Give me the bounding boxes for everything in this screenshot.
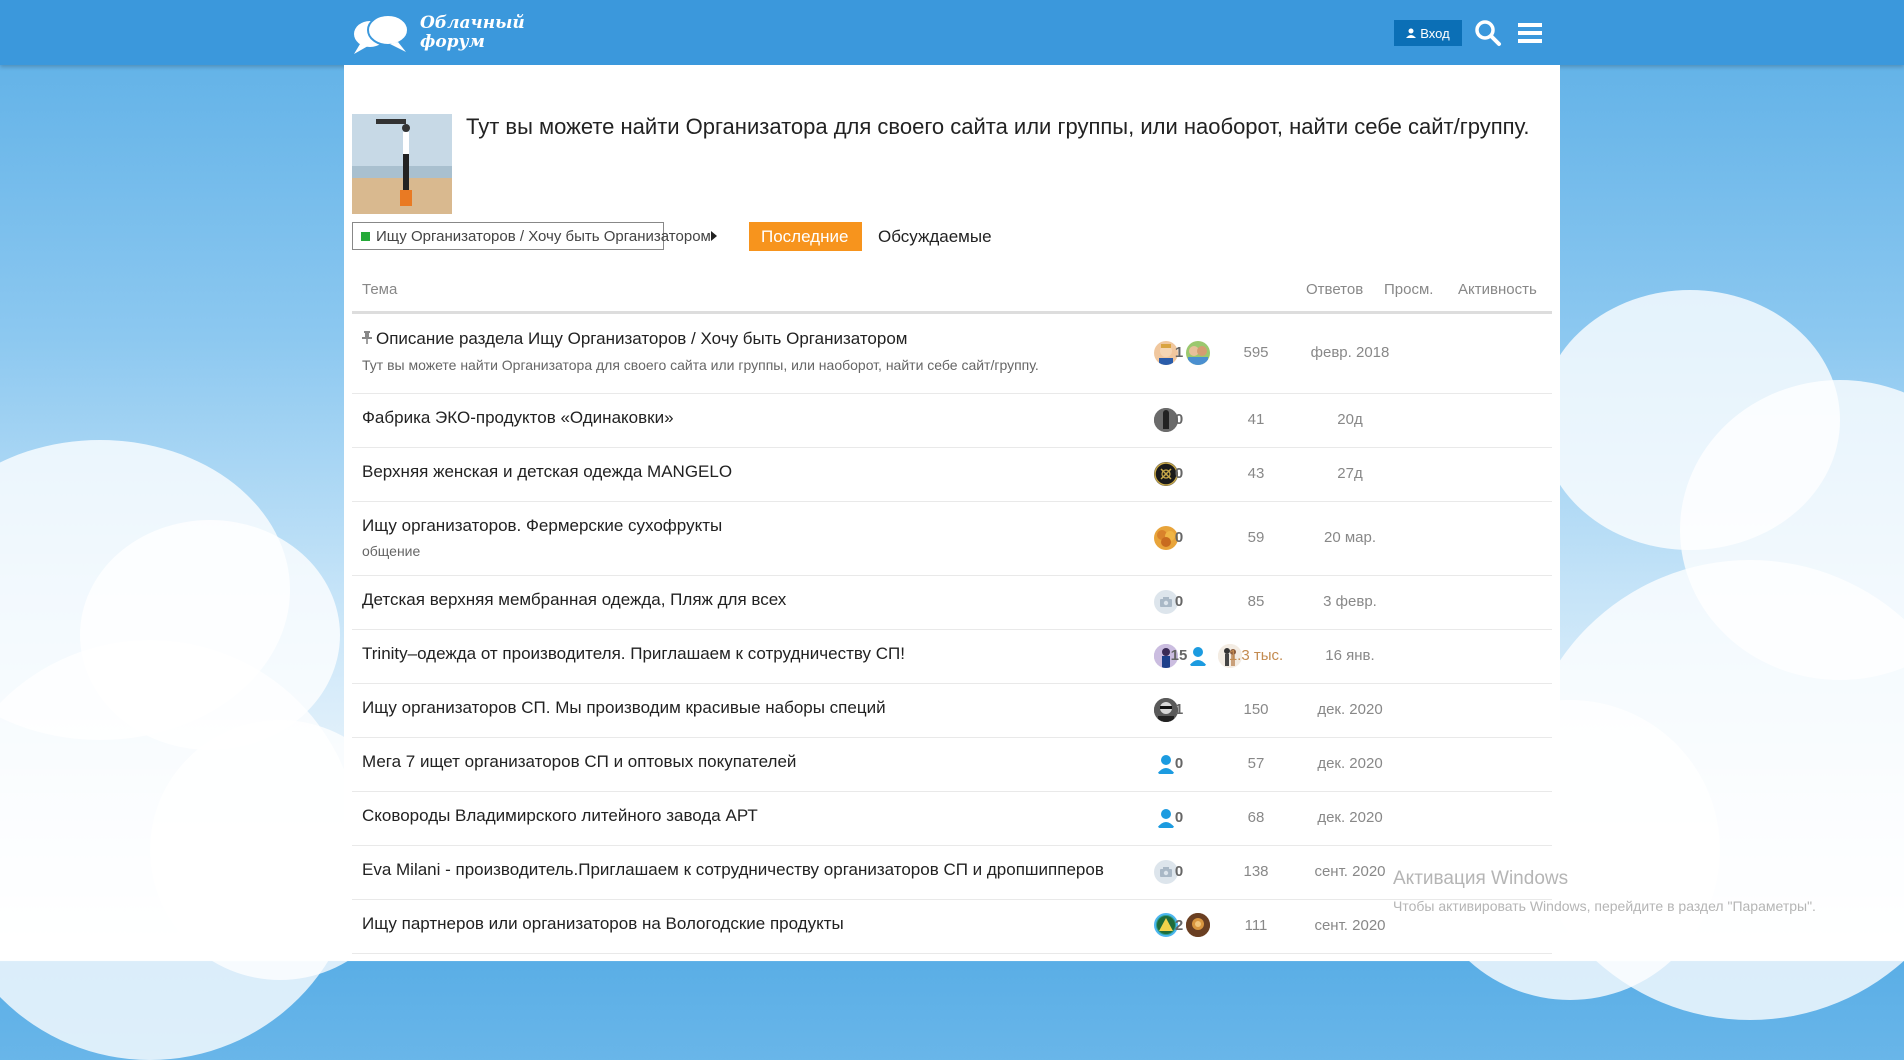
hamburger-menu-icon[interactable] xyxy=(1515,18,1545,48)
topic-title[interactable]: Верхняя женская и детская одежда MANGELO xyxy=(362,462,732,482)
activity-date[interactable]: дек. 2020 xyxy=(1300,809,1400,826)
view-count: 111 xyxy=(1244,917,1268,934)
table-row[interactable]: Верхняя женская и детская одежда MANGELO… xyxy=(352,448,1552,502)
main-content: Тут вы можете найти Организатора для сво… xyxy=(344,65,1560,961)
activity-date[interactable]: 3 февр. xyxy=(1300,593,1400,610)
column-header-activity[interactable]: Активность xyxy=(1458,281,1537,298)
table-row[interactable]: Ищу партнеров или организаторов на Волог… xyxy=(352,900,1552,954)
activity-date[interactable]: 20д xyxy=(1300,411,1400,428)
table-row[interactable]: Сковороды Владимирского литейного завода… xyxy=(352,792,1552,846)
activity-date[interactable]: дек. 2020 xyxy=(1300,701,1400,718)
activity-date[interactable]: 20 мар. xyxy=(1300,529,1400,546)
tab-latest[interactable]: Последние xyxy=(749,222,862,251)
category-color-badge xyxy=(361,231,370,241)
topic-title[interactable]: Ищу организаторов. Фермерские сухофрукты xyxy=(362,516,722,536)
table-row[interactable]: Детская верхняя мембранная одежда, Пляж … xyxy=(352,576,1552,630)
column-header-views[interactable]: Просм. xyxy=(1384,281,1433,298)
activity-date[interactable]: сент. 2020 xyxy=(1300,917,1400,934)
logo-line-1: Облачный xyxy=(420,13,525,33)
topic-title[interactable]: Мега 7 ищет организаторов СП и оптовых п… xyxy=(362,752,796,772)
topic-title[interactable]: Фабрика ЭКО-продуктов «Одинаковки» xyxy=(362,408,674,428)
table-row[interactable]: Мега 7 ищет организаторов СП и оптовых п… xyxy=(352,738,1552,792)
view-count: 41 xyxy=(1247,411,1265,428)
table-row[interactable]: Ищу организаторов СП. Мы производим крас… xyxy=(352,684,1552,738)
topic-title[interactable]: Описание раздела Ищу Организаторов / Хоч… xyxy=(362,329,907,349)
breadcrumb-label: Ищу Организаторов / Хочу быть Организато… xyxy=(376,227,711,245)
activity-date[interactable]: февр. 2018 xyxy=(1300,344,1400,361)
view-count: 57 xyxy=(1247,755,1265,772)
site-header: Облачный форум Вход xyxy=(0,0,1904,65)
watermark-title: Активация Windows xyxy=(1393,868,1569,889)
watermark-text: Чтобы активировать Windows, перейдите в … xyxy=(1393,898,1816,914)
activity-date[interactable]: 16 янв. xyxy=(1300,647,1400,664)
table-row[interactable]: Описание раздела Ищу Организаторов / Хоч… xyxy=(352,314,1552,394)
table-row[interactable]: Trinity–одежда от производителя. Приглаш… xyxy=(352,630,1552,684)
view-count: 85 xyxy=(1247,593,1265,610)
activity-date[interactable]: дек. 2020 xyxy=(1300,755,1400,772)
topic-excerpt: Тут вы можете найти Организатора для сво… xyxy=(362,357,1039,373)
view-count: 43 xyxy=(1247,465,1265,482)
view-count: 150 xyxy=(1243,701,1269,718)
view-count: 595 xyxy=(1243,344,1269,361)
table-row[interactable]: Фабрика ЭКО-продуктов «Одинаковки» 0 41 … xyxy=(352,394,1552,448)
view-count: 138 xyxy=(1243,863,1269,880)
login-label: Вход xyxy=(1420,25,1450,41)
activity-date[interactable]: 27д xyxy=(1300,465,1400,482)
topic-category-tag[interactable]: общение xyxy=(362,543,420,559)
view-count: 1.3 тыс. xyxy=(1228,647,1284,664)
category-image xyxy=(352,114,452,214)
column-header-replies[interactable]: Ответов xyxy=(1306,281,1363,298)
column-header-topic[interactable]: Тема xyxy=(362,281,397,298)
topic-title[interactable]: Trinity–одежда от производителя. Приглаш… xyxy=(362,644,905,664)
category-description: Тут вы можете найти Организатора для сво… xyxy=(466,114,1530,139)
login-button[interactable]: Вход xyxy=(1394,20,1462,46)
logo-text: Облачный форум xyxy=(420,14,525,52)
topic-title-text: Описание раздела Ищу Организаторов / Хоч… xyxy=(376,329,908,348)
user-icon xyxy=(1406,28,1417,38)
table-row[interactable]: Ищу организаторов. Фермерские сухофрукты… xyxy=(352,502,1552,576)
speech-bubbles-icon xyxy=(354,14,409,54)
tab-top[interactable]: Обсуждаемые xyxy=(866,222,1002,251)
topic-title[interactable]: Детская верхняя мембранная одежда, Пляж … xyxy=(362,590,786,610)
topic-title[interactable]: Ищу организаторов СП. Мы производим крас… xyxy=(362,698,886,718)
activity-date[interactable]: сент. 2020 xyxy=(1300,863,1400,880)
logo-line-2: форум xyxy=(420,32,485,52)
view-count: 68 xyxy=(1247,809,1265,826)
caret-right-icon xyxy=(710,231,717,241)
windows-activation-watermark: Активация Windows Чтобы активировать Win… xyxy=(1393,868,1816,914)
topic-title[interactable]: Eva Milani - производитель.Приглашаем к … xyxy=(362,860,1104,880)
topic-title[interactable]: Сковороды Владимирского литейного завода… xyxy=(362,806,758,826)
category-breadcrumb-dropdown[interactable]: Ищу Организаторов / Хочу быть Организато… xyxy=(352,222,717,250)
table-row[interactable]: Eva Milani - производитель.Приглашаем к … xyxy=(352,846,1552,900)
view-count: 59 xyxy=(1247,529,1265,546)
topic-title[interactable]: Ищу партнеров или организаторов на Волог… xyxy=(362,914,844,934)
search-icon[interactable] xyxy=(1473,18,1503,48)
pin-icon xyxy=(362,331,372,344)
site-logo[interactable]: Облачный форум xyxy=(350,8,525,58)
